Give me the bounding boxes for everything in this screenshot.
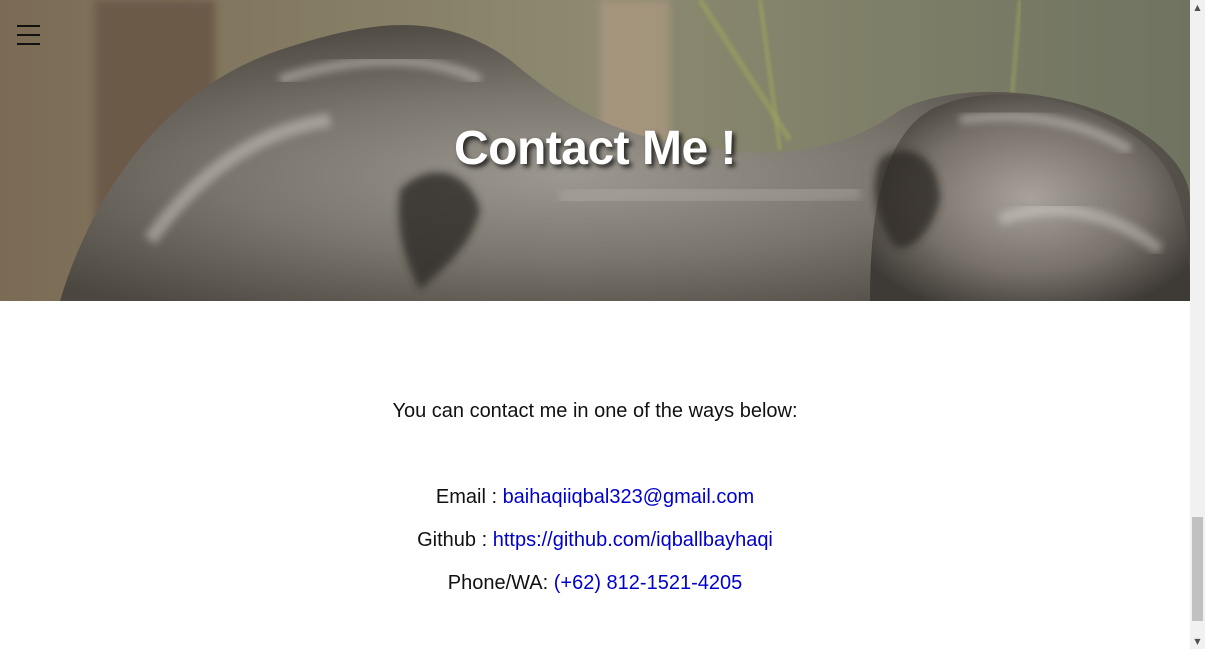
- contact-phone-row: Phone/WA: (+62) 812-1521-4205: [0, 572, 1190, 595]
- contact-section: You can contact me in one of the ways be…: [0, 301, 1190, 649]
- page-title: Contact Me !: [454, 122, 737, 175]
- scroll-down-arrow-icon[interactable]: ▼: [1190, 634, 1205, 649]
- vertical-scrollbar[interactable]: ▲ ▼: [1190, 0, 1205, 649]
- hamburger-menu-icon[interactable]: [17, 24, 41, 46]
- github-label: Github :: [417, 529, 493, 551]
- contact-github-row: Github : https://github.com/iqballbayhaq…: [0, 529, 1190, 552]
- contact-intro-text: You can contact me in one of the ways be…: [392, 400, 798, 422]
- scroll-up-arrow-icon[interactable]: ▲: [1190, 0, 1205, 15]
- github-link[interactable]: https://github.com/iqballbayhaqi: [493, 529, 773, 551]
- hero-banner: Contact Me !: [0, 0, 1190, 301]
- scrollbar-thumb[interactable]: [1192, 517, 1203, 621]
- email-link[interactable]: baihaqiiqbal323@gmail.com: [503, 486, 755, 508]
- email-label: Email :: [435, 486, 503, 508]
- phone-label: Phone/WA:: [447, 572, 554, 594]
- page-viewport: Contact Me ! You can contact me in one o…: [0, 0, 1190, 649]
- contact-email-row: Email : baihaqiiqbal323@gmail.com: [0, 486, 1190, 509]
- phone-link[interactable]: (+62) 812-1521-4205: [554, 572, 742, 594]
